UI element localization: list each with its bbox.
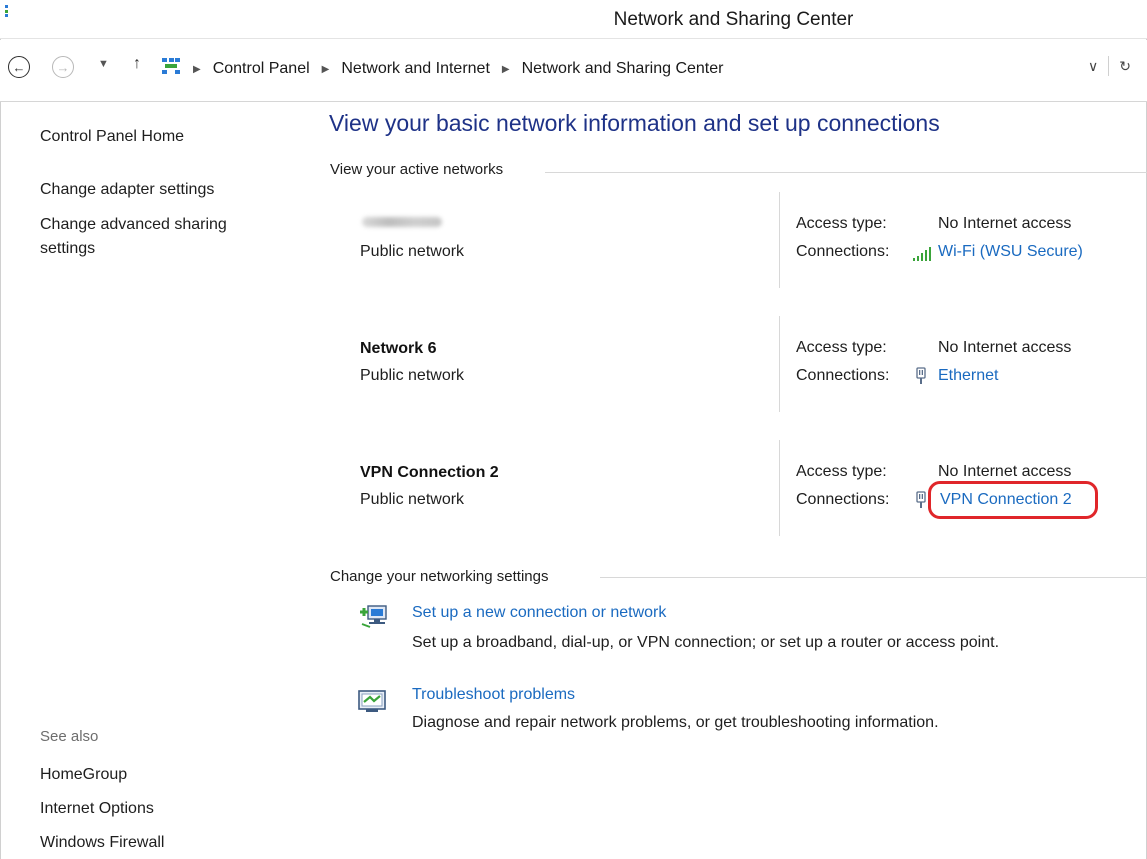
navigation-bar: ← → ▼ ↑ ▶ Control Panel ▶ Network and In… [0,40,1147,102]
access-type-value: No Internet access [938,215,1072,232]
windows-firewall-link[interactable]: Windows Firewall [40,831,164,855]
breadcrumb-separator-icon[interactable]: ▶ [502,64,510,75]
access-type-value: No Internet access [938,339,1072,356]
ethernet-plug-icon [916,367,926,384]
network-name-blurred [362,217,442,227]
left-pane: Control Panel Home Change adapter settin… [0,103,305,859]
vpn-plug-icon [916,491,926,508]
connections-label: Connections: [796,243,890,260]
network-category[interactable]: Public network [360,243,464,261]
page-title: View your basic network information and … [329,110,940,136]
recent-locations-dropdown[interactable]: ▼ [98,58,109,70]
new-connection-icon [360,605,387,628]
breadcrumb-control-panel[interactable]: Control Panel [213,60,310,78]
section-divider [545,172,1147,173]
access-type-label: Access type: [796,339,887,356]
network-divider [779,440,780,536]
homegroup-link[interactable]: HomeGroup [40,763,127,787]
window-title: Network and Sharing Center [613,9,854,30]
breadcrumb-separator-icon[interactable]: ▶ [322,64,330,75]
see-also-label: See also [40,728,99,745]
change-advanced-sharing-settings-link[interactable]: Change advanced sharing settings [40,213,270,261]
network-category[interactable]: Public network [360,491,464,509]
control-panel-icon[interactable] [161,57,181,75]
forward-button[interactable]: → [52,56,74,78]
network-divider [779,192,780,288]
setup-connection-link[interactable]: Set up a new connection or network [412,604,666,622]
network-category[interactable]: Public network [360,367,464,385]
forward-arrow-icon: → [56,59,70,75]
breadcrumb-separator-icon[interactable]: ▶ [193,64,201,75]
active-networks-label: View your active networks [330,161,504,178]
access-type-label: Access type: [796,215,887,232]
internet-options-link[interactable]: Internet Options [40,797,154,821]
refresh-icon[interactable]: ↻ [1119,58,1131,76]
section-divider [600,577,1147,578]
address-divider [1108,56,1110,76]
up-level-button[interactable]: ↑ [133,55,141,73]
connections-label: Connections: [796,367,890,384]
troubleshoot-description: Diagnose and repair network problems, or… [412,714,939,731]
network-divider [779,316,780,412]
change-settings-label: Change your networking settings [330,568,549,585]
title-bar: Network and Sharing Center [0,0,1147,39]
access-type-value: No Internet access [938,463,1072,480]
troubleshoot-problems-link[interactable]: Troubleshoot problems [412,686,575,704]
highlight-annotation [928,481,1098,519]
ethernet-connection-link[interactable]: Ethernet [938,367,998,385]
address-bar-controls: ∨ ↻ [1088,56,1131,76]
breadcrumb-network-sharing-center[interactable]: Network and Sharing Center [522,60,724,78]
connections-label: Connections: [796,491,890,508]
access-type-label: Access type: [796,463,887,480]
breadcrumb-network-and-internet[interactable]: Network and Internet [341,60,490,78]
control-panel-home-link[interactable]: Control Panel Home [40,125,184,149]
setup-connection-description: Set up a broadband, dial-up, or VPN conn… [412,634,1000,651]
breadcrumb: ▶ Control Panel ▶ Network and Internet ▶… [193,60,723,78]
change-adapter-settings-link[interactable]: Change adapter settings [40,178,214,202]
back-button[interactable]: ← [8,56,30,78]
wifi-connection-link[interactable]: Wi-Fi (WSU Secure) [938,243,1083,261]
network-name: VPN Connection 2 [360,464,499,481]
back-arrow-icon: ← [12,59,26,75]
network-name: Network 6 [360,340,437,357]
address-dropdown-icon[interactable]: ∨ [1088,58,1098,76]
troubleshoot-icon [358,690,386,712]
wifi-signal-icon [913,247,931,261]
